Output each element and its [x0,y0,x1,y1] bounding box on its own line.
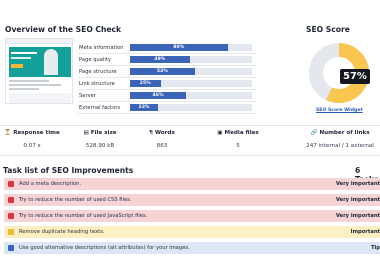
task-priority: Important [350,229,380,235]
task-text: Try to reduce the number of used JavaScr… [19,213,148,219]
task-priority-marker [8,229,14,235]
metric-row: Page quality 49% [78,54,256,66]
task-text: Try to reduce the number of used CSS fil… [19,197,132,203]
metric-bar-fill: 80% [130,44,228,51]
metric-row: Meta information 80% [78,42,256,54]
media-icon: ▣ [217,130,223,136]
stat-label: Words [154,130,175,136]
metric-row: External factors 23% [78,102,256,114]
metric-bar-fill: 23% [130,104,159,111]
metric-bar-track: 49% [130,56,252,63]
metric-label: Link structure [79,80,115,87]
metric-bar-fill: 25% [130,80,161,87]
stat-value: 247 internal / 1 external [306,143,374,149]
stats-strip: ⏳ Response time 0.07 s ▤ File size 528.90 kB ¶… [0,125,380,156]
hourglass-icon: ⏳ [4,130,12,136]
stat-value: 5 [236,143,240,149]
task-row[interactable]: Try to reduce the number of used JavaScr… [4,210,380,222]
metric-bar-fill: 46% [130,92,187,99]
stat-number-of-links: 🔗 Number of links 247 internal / 1 externa… [300,126,380,157]
task-text: Add a meta description. [19,181,82,187]
metric-label: Meta information [79,44,124,51]
metric-bar-fill: 49% [130,56,190,63]
website-screenshot-thumbnail [5,38,73,104]
stat-media-files: ▣ Media files 5 [203,126,273,157]
stat-value: 528.90 kB [85,143,115,149]
task-priority-marker [8,181,14,187]
link-icon: 🔗 [310,130,318,136]
metrics-list: Meta information 80% Page quality 49% Page s… [78,42,256,114]
task-priority: Tip [370,245,380,251]
task-priority: Very important [335,213,380,219]
metric-row: Server 46% [78,90,256,102]
metric-label: Page structure [79,68,117,75]
tasks-title: Task list of SEO Improvements [3,166,134,175]
metric-bar-track: 23% [130,104,252,111]
task-priority: Very important [335,181,380,187]
score-widget-link[interactable]: SEO Score Widget [316,108,363,113]
score-title: SEO Score [306,25,350,34]
task-row[interactable]: Remove duplicate heading texts. Important [4,226,380,238]
metric-bar-track: 46% [130,92,252,99]
stat-value: 863 [156,143,168,149]
overview-title: Overview of the SEO Check [5,25,122,34]
metric-label: Server [79,92,97,99]
task-row[interactable]: Add a meta description. Very important [4,178,380,190]
stat-label: Media files [224,130,259,136]
file-icon: ▤ [83,130,89,136]
metric-bar-track: 80% [130,44,252,51]
task-row[interactable]: Use good alternative descriptions (alt a… [4,242,380,254]
task-priority-marker [8,197,14,203]
score-value-badge: 57% [340,69,370,84]
stat-label: File size [90,130,117,136]
stat-words: ¶ Words 863 [137,126,187,157]
metric-bar-track: 25% [130,80,252,87]
metric-row: Link structure 25% [78,78,256,90]
stat-response-time: ⏳ Response time 0.07 s [0,126,64,157]
task-text: Remove duplicate heading texts. [19,229,105,235]
metric-bar-fill: 53% [130,68,195,75]
stat-value: 0.07 s [23,143,41,149]
stat-label: Response time [13,130,60,136]
task-priority-marker [8,213,14,219]
metric-label: External factors [79,104,121,111]
task-row[interactable]: Try to reduce the number of used CSS fil… [4,194,380,206]
stat-label: Number of links [319,130,370,136]
task-text: Use good alternative descriptions (alt a… [19,245,190,251]
metric-bar-track: 53% [130,68,252,75]
words-icon: ¶ [149,130,153,136]
task-priority-marker [8,245,14,251]
metric-row: Page structure 53% [78,66,256,78]
task-priority: Very important [335,197,380,203]
stat-file-size: ▤ File size 528.90 kB [65,126,135,157]
metric-label: Page quality [79,56,111,63]
